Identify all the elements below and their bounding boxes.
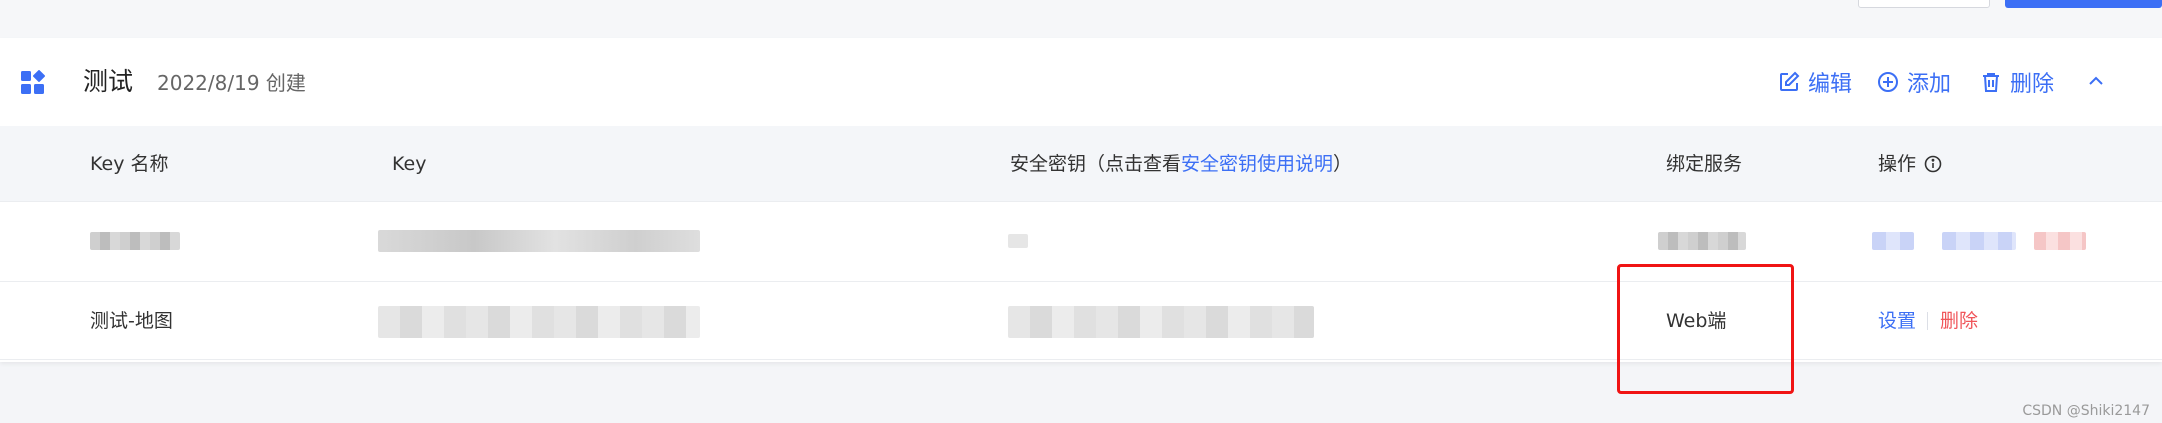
action-separator — [1927, 312, 1928, 330]
row1-setting-link[interactable] — [1872, 232, 1914, 250]
setting-link[interactable]: 设置 — [1878, 282, 1916, 360]
toolbar-secondary-button[interactable] — [1858, 0, 1990, 8]
key-redacted — [378, 306, 700, 338]
table-row: 测试-地图 Web端 设置 删除 — [0, 282, 2162, 360]
add-key-button[interactable]: 添加 — [1877, 66, 1951, 98]
col-service: 绑定服务 — [1666, 153, 1743, 175]
secret-redacted — [1008, 306, 1314, 338]
edit-label: 编辑 — [1808, 72, 1853, 97]
row1-quota-link[interactable] — [1942, 232, 2016, 250]
app-grid-icon — [21, 70, 45, 94]
col-secret: 安全密钥（点击查看安全密钥使用说明） — [1010, 126, 1352, 202]
highlight-annotation-box — [1617, 264, 1794, 394]
app-card: 测试 2022/8/19 创建 编辑 添加 删除 Key 名称 Key 安全密钥… — [0, 38, 2162, 362]
row1-delete-link[interactable] — [2034, 232, 2086, 250]
secret-redacted — [1008, 234, 1028, 248]
delete-label: 删除 — [2010, 72, 2055, 97]
col-secret-label: 安全密钥（点击查看 — [1010, 153, 1182, 175]
info-icon[interactable] — [1924, 155, 1942, 173]
chevron-up-icon[interactable] — [2083, 68, 2109, 94]
watermark: CSDN @Shiki2147 — [2022, 403, 2150, 419]
plus-circle-icon — [1878, 72, 1898, 92]
table-header: Key 名称 Key 安全密钥（点击查看安全密钥使用说明） 绑定服务 操作 — [0, 126, 2162, 202]
secret-help-link[interactable]: 安全密钥使用说明 — [1181, 153, 1333, 175]
edit-app-button[interactable]: 编辑 — [1778, 66, 1852, 98]
col-key-name: Key 名称 — [90, 153, 169, 175]
app-created-date: 2022/8/19 创建 — [157, 71, 306, 95]
col-key: Key — [392, 153, 427, 175]
table-row — [0, 204, 2162, 282]
app-title: 测试 — [83, 67, 134, 96]
toolbar-primary-button[interactable] — [2005, 0, 2162, 8]
trash-icon — [1983, 73, 1999, 92]
delete-link[interactable]: 删除 — [1940, 282, 1978, 360]
col-operation: 操作 — [1878, 126, 1942, 202]
top-toolbar-strip — [0, 0, 2162, 38]
key-name-cell: 测试-地图 — [90, 310, 173, 332]
delete-app-button[interactable]: 删除 — [1980, 66, 2054, 98]
col-secret-close: ） — [1333, 153, 1353, 175]
add-label: 添加 — [1907, 72, 1952, 97]
service-redacted — [1658, 232, 1746, 250]
col-operation-label: 操作 — [1878, 153, 1917, 175]
key-redacted — [378, 230, 700, 252]
key-name-redacted — [90, 232, 180, 250]
edit-icon — [1780, 71, 1800, 91]
app-card-header: 测试 2022/8/19 创建 编辑 添加 删除 — [0, 38, 2162, 126]
